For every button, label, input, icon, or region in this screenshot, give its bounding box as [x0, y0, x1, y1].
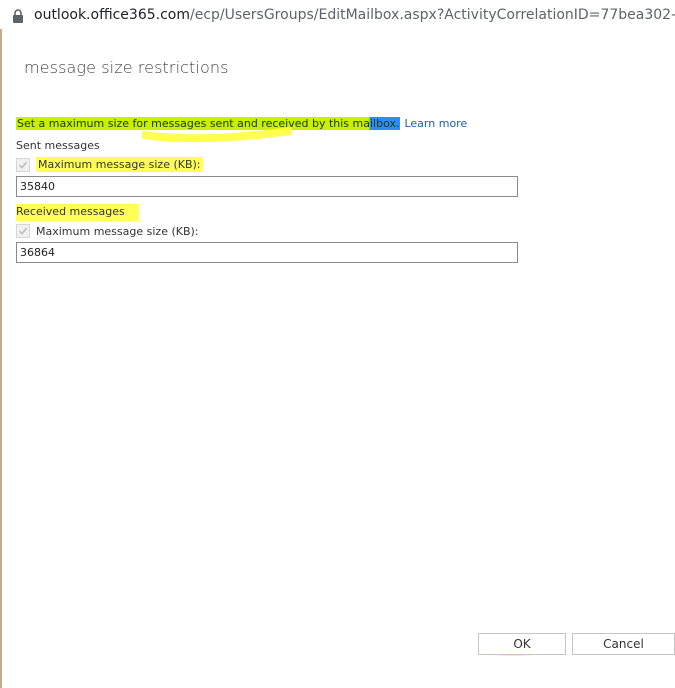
- sent-max-size-label: Maximum message size (KB):: [36, 157, 203, 172]
- sent-messages-label: Sent messages: [16, 139, 100, 152]
- description-line: Set a maximum size for messages sent and…: [16, 117, 467, 131]
- description-text: Set a maximum size for messages sent and…: [16, 117, 401, 130]
- url-host: outlook.office365.com: [34, 6, 190, 23]
- received-max-size-label: Maximum message size (KB):: [36, 224, 199, 238]
- received-messages-label-text: Received messages: [16, 204, 139, 221]
- cancel-button[interactable]: Cancel: [572, 633, 675, 655]
- ok-button[interactable]: OK: [478, 633, 566, 655]
- received-max-size-input[interactable]: [16, 242, 518, 263]
- sent-max-size-input[interactable]: [16, 176, 518, 197]
- sent-max-size-checkbox-row[interactable]: Maximum message size (KB):: [16, 157, 203, 172]
- lock-icon[interactable]: [12, 8, 24, 23]
- url-path: /ecp/UsersGroups/EditMailbox.aspx?Activi…: [190, 6, 675, 23]
- checkmark-icon: [18, 227, 28, 235]
- sent-max-size-checkbox[interactable]: [16, 157, 30, 172]
- dialog-title: message size restrictions: [24, 58, 229, 77]
- message-size-dialog: message size restrictions Set a maximum …: [2, 29, 675, 688]
- address-bar[interactable]: outlook.office365.com/ecp/UsersGroups/Ed…: [0, 0, 675, 29]
- received-max-size-checkbox[interactable]: [16, 224, 30, 238]
- received-max-size-checkbox-row[interactable]: Maximum message size (KB):: [16, 224, 199, 238]
- received-messages-label: Received messages: [16, 204, 139, 221]
- page: outlook.office365.com/ecp/UsersGroups/Ed…: [0, 0, 675, 688]
- learn-more-link[interactable]: Learn more: [404, 117, 467, 130]
- checkmark-icon: [18, 161, 28, 169]
